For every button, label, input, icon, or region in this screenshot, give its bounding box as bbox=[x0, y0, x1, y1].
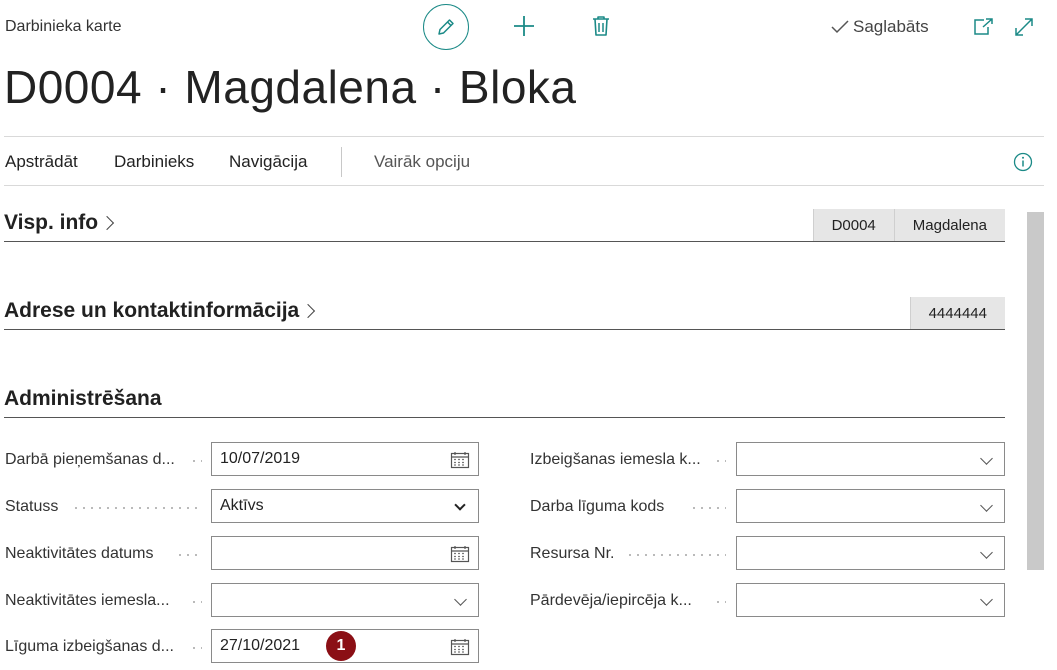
expand-icon bbox=[1015, 18, 1033, 36]
field-label-termination-reason: Izbeigšanas iemesla k... bbox=[530, 451, 701, 468]
save-status: Saglabāts bbox=[830, 17, 929, 37]
chevron-down-icon[interactable] bbox=[976, 450, 996, 470]
fasttab-address: Adrese un kontaktinformācija 4444444 bbox=[4, 274, 1005, 330]
chevron-down-icon[interactable] bbox=[976, 591, 996, 611]
checkmark-icon bbox=[831, 20, 849, 34]
field-dots bbox=[190, 601, 202, 603]
calendar-icon[interactable] bbox=[450, 637, 470, 657]
chevron-down-icon[interactable] bbox=[976, 544, 996, 564]
summary-employee-no: D0004 bbox=[812, 209, 894, 241]
action-process[interactable]: Apstrādāt bbox=[5, 152, 78, 172]
fasttab-address-summary: 4444444 bbox=[909, 297, 1005, 329]
chevron-right-icon bbox=[301, 303, 316, 318]
top-bar: Darbinieka karte Saglabāts bbox=[0, 0, 1057, 56]
fasttab-administration: Administrēšana bbox=[4, 362, 1005, 418]
contract-code-field[interactable] bbox=[736, 489, 1005, 523]
field-label-salesperson-code: Pārdevēja/iepircēja k... bbox=[530, 592, 692, 609]
employment-date-value: 10/07/2019 bbox=[220, 450, 301, 467]
info-icon bbox=[1013, 152, 1033, 172]
resource-no-field[interactable] bbox=[736, 536, 1005, 570]
fasttab-address-header[interactable]: Adrese un kontaktinformācija bbox=[4, 299, 316, 323]
plus-icon bbox=[514, 16, 534, 36]
field-dots bbox=[690, 507, 726, 509]
fasttab-administration-header[interactable]: Administrēšana bbox=[4, 387, 162, 411]
field-label-employment-date: Darbā pieņemšanas d... bbox=[5, 451, 175, 468]
action-separator bbox=[341, 147, 342, 177]
fasttab-general-summary: D0004 Magdalena bbox=[812, 209, 1005, 241]
edit-button[interactable] bbox=[423, 4, 469, 50]
employment-date-field[interactable]: 10/07/2019 bbox=[211, 442, 479, 476]
field-label-inactive-date: Neaktivitātes datums bbox=[5, 545, 154, 562]
field-label-contract-end-date: Līguma izbeigšanas d... bbox=[5, 638, 174, 655]
field-dots bbox=[190, 460, 202, 462]
field-label-resource-no: Resursa Nr. bbox=[530, 545, 615, 562]
fasttab-general-title: Visp. info bbox=[4, 211, 99, 234]
field-label-status: Statuss bbox=[5, 498, 59, 515]
calendar-icon[interactable] bbox=[450, 544, 470, 564]
contract-end-date-value: 27/10/2021 bbox=[220, 637, 301, 654]
open-in-new-window-icon bbox=[974, 18, 993, 35]
chevron-down-icon[interactable] bbox=[976, 497, 996, 517]
fasttab-administration-title: Administrēšana bbox=[4, 387, 162, 410]
field-dots bbox=[714, 601, 726, 603]
inactive-date-field[interactable] bbox=[211, 536, 479, 570]
field-dots bbox=[176, 554, 200, 556]
expand-button[interactable] bbox=[1010, 13, 1038, 41]
info-button[interactable] bbox=[1012, 151, 1034, 173]
pencil-icon bbox=[438, 19, 454, 35]
field-label-contract-code: Darba līguma kods bbox=[530, 498, 665, 515]
action-navigation[interactable]: Navigācija bbox=[229, 152, 307, 172]
fasttab-general-header[interactable]: Visp. info bbox=[4, 211, 115, 235]
vertical-scrollbar[interactable] bbox=[1027, 212, 1044, 570]
chevron-down-icon[interactable] bbox=[450, 591, 470, 611]
new-button[interactable] bbox=[510, 12, 538, 40]
fasttab-address-title: Adrese un kontaktinformācija bbox=[4, 299, 300, 322]
page-title: D0004 · Magdalena · Bloka bbox=[4, 61, 577, 113]
chevron-down-icon[interactable] bbox=[450, 497, 470, 517]
action-employee[interactable]: Darbinieks bbox=[114, 152, 194, 172]
summary-phone: 4444444 bbox=[909, 297, 1005, 329]
chevron-right-icon bbox=[100, 215, 115, 230]
status-select[interactable]: Aktīvs bbox=[211, 489, 479, 523]
salesperson-code-field[interactable] bbox=[736, 583, 1005, 617]
termination-reason-field[interactable] bbox=[736, 442, 1005, 476]
step-badge: 1 bbox=[326, 631, 356, 661]
field-dots bbox=[626, 554, 726, 556]
fasttab-general: Visp. info D0004 Magdalena bbox=[4, 186, 1005, 242]
page-kind-caption: Darbinieka karte bbox=[5, 18, 122, 35]
field-label-inactivity-reason: Neaktivitātes iemesla... bbox=[5, 592, 170, 609]
field-dots bbox=[190, 647, 202, 649]
status-value: Aktīvs bbox=[220, 497, 264, 514]
action-more-options[interactable]: Vairāk opciju bbox=[374, 152, 470, 172]
summary-first-name: Magdalena bbox=[893, 209, 1005, 241]
save-status-label: Saglabāts bbox=[853, 17, 929, 36]
field-dots bbox=[72, 507, 200, 509]
inactivity-reason-field[interactable] bbox=[211, 583, 479, 617]
open-new-window-button[interactable] bbox=[970, 14, 996, 40]
calendar-icon[interactable] bbox=[450, 450, 470, 470]
action-bar: Apstrādāt Darbinieks Navigācija Vairāk o… bbox=[4, 136, 1044, 186]
field-dots bbox=[714, 460, 726, 462]
delete-button[interactable] bbox=[587, 12, 615, 40]
trash-icon bbox=[593, 16, 609, 36]
